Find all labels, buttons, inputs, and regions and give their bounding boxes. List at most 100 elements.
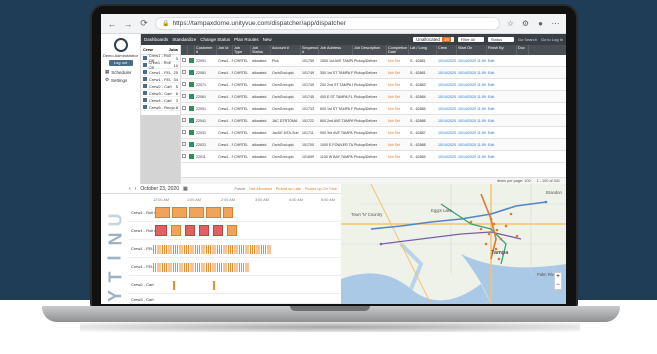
table-row[interactable]: 22041 Crew1 - FELCHRTELallocated JAC DTRTO… [181, 115, 566, 127]
table-row[interactable]: 22031 Crew1 - FELCHRTELallocated JacDE MTA… [181, 127, 566, 139]
row-checkbox[interactable] [182, 130, 186, 134]
table-cell[interactable]: 10/14/2020 11:59 PM [457, 71, 487, 75]
search-link[interactable]: Go Search [518, 37, 537, 42]
crew-list-item[interactable]: Crew1 - FEL 25 [141, 69, 180, 76]
column-header[interactable]: Job Id [217, 45, 233, 55]
job-block[interactable] [185, 225, 195, 236]
route-map[interactable]: Brandon Egypt Lake Town 'N' Country Tamp… [341, 184, 566, 304]
logout-button[interactable]: Log out [108, 60, 133, 66]
job-block[interactable] [199, 225, 209, 236]
forward-icon[interactable]: → [123, 19, 133, 29]
address-bar[interactable]: 🔒 https://tampaxdome.unityvue.com/dispat… [155, 17, 500, 30]
table-cell[interactable]: 10/14/2020 11:59 PM [457, 59, 487, 63]
column-header[interactable]: Completion Date [387, 45, 409, 55]
crew-list-item[interactable]: Crew1 - Roll Off 10 [141, 60, 180, 70]
stop-marker[interactable] [379, 242, 383, 246]
job-block[interactable] [155, 207, 170, 218]
job-block[interactable] [227, 225, 237, 236]
gantt-track[interactable] [153, 278, 339, 292]
table-cell[interactable]: Edit [487, 143, 517, 147]
items-per-page[interactable]: Items per page: 100 [497, 179, 531, 183]
table-cell[interactable]: Edit [487, 107, 517, 111]
stop-marker[interactable] [504, 224, 508, 228]
column-header[interactable]: Customer # [195, 45, 217, 55]
reload-icon[interactable]: ⟳ [139, 18, 149, 29]
table-cell[interactable]: Edit [487, 71, 517, 75]
zoom-out-icon[interactable]: − [555, 281, 561, 289]
edit-icon[interactable] [189, 141, 194, 147]
table-cell[interactable]: 10/14/2020 11:59 PM [457, 119, 487, 123]
crew-list-item[interactable]: Crew2 - Cart 5 [141, 83, 180, 90]
job-block[interactable] [155, 225, 167, 236]
edit-icon[interactable] [189, 117, 194, 123]
column-header[interactable] [181, 45, 188, 55]
table-cell[interactable]: 10/14/2020 11:59 PM [457, 95, 487, 99]
back-icon[interactable]: ← [107, 19, 117, 29]
stop-marker[interactable] [489, 217, 493, 221]
dashboards-button[interactable]: Dashboards [144, 37, 168, 42]
job-block[interactable] [206, 207, 221, 218]
stop-marker[interactable] [479, 227, 483, 231]
table-cell[interactable]: 10/14/2020 12:00 AM [437, 95, 457, 99]
stop-marker[interactable] [515, 234, 519, 238]
row-checkbox[interactable] [182, 118, 186, 122]
job-block[interactable] [223, 207, 233, 218]
table-cell[interactable]: Edit [487, 83, 517, 87]
stop-marker[interactable] [484, 242, 488, 246]
prev-day-icon[interactable]: ‹ [129, 186, 131, 192]
edit-icon[interactable] [189, 153, 194, 159]
stop-marker[interactable] [499, 237, 503, 241]
next-day-icon[interactable]: › [135, 186, 137, 192]
table-row[interactable]: 22071 Crew1 - FELCHRTELallocated OrchGnd:q… [181, 79, 566, 91]
edit-icon[interactable] [189, 93, 194, 99]
job-tick[interactable] [213, 281, 215, 290]
column-header[interactable]: Job Address [319, 45, 353, 55]
table-cell[interactable]: Edit [487, 59, 517, 63]
table-cell[interactable]: 10/14/2020 11:59 PM [457, 107, 487, 111]
job-block[interactable] [172, 207, 187, 218]
table-row[interactable]: 22051 Crew1 - FELCHRTELallocated OrchGnd:q… [181, 103, 566, 115]
column-header[interactable]: Sequence # [301, 45, 319, 55]
table-cell[interactable]: 10/14/2020 12:00 AM [437, 155, 457, 159]
table-cell[interactable]: 10/14/2020 12:00 AM [437, 59, 457, 63]
edit-icon[interactable] [189, 81, 194, 87]
table-cell[interactable]: Edit [487, 131, 517, 135]
column-header[interactable]: Finish By [487, 45, 517, 55]
edit-icon[interactable] [189, 69, 194, 75]
status-select[interactable]: Status [487, 37, 514, 42]
row-checkbox[interactable] [182, 58, 186, 62]
new-button[interactable]: New [263, 37, 272, 42]
job-block[interactable] [171, 225, 181, 236]
table-cell[interactable]: 10/14/2020 12:00 AM [437, 107, 457, 111]
table-cell[interactable]: 10/14/2020 11:59 PM [457, 83, 487, 87]
standardize-button[interactable]: Standardize [172, 37, 196, 42]
stop-marker[interactable] [497, 257, 501, 261]
column-header[interactable]: Doc [517, 45, 529, 55]
column-header[interactable]: Job Type [233, 45, 251, 55]
crew-list-item[interactable]: Crew3 - Cart 6 [141, 90, 180, 97]
plan-routes-button[interactable]: Plan Routes [234, 37, 259, 42]
filter-select[interactable]: Filter All [457, 37, 484, 42]
row-checkbox[interactable] [182, 70, 186, 74]
column-header[interactable]: Account # [271, 45, 301, 55]
table-row[interactable]: 22021 Crew1 - FELCHRTELallocated OrchGnd:q… [181, 139, 566, 151]
stop-marker[interactable] [492, 222, 496, 226]
edit-icon[interactable] [189, 105, 194, 111]
extensions-icon[interactable]: ⚙ [521, 19, 530, 28]
row-checkbox[interactable] [182, 154, 186, 158]
row-checkbox[interactable] [182, 82, 186, 86]
column-header[interactable]: Crew [437, 45, 457, 55]
job-block[interactable] [189, 207, 204, 218]
sidebar-item-settings[interactable]: ⚙ Settings [101, 76, 140, 84]
table-cell[interactable]: 10/14/2020 12:00 AM [437, 71, 457, 75]
stop-marker[interactable] [469, 220, 473, 224]
table-cell[interactable]: 10/14/2020 12:00 AM [437, 131, 457, 135]
table-cell[interactable]: Edit [487, 119, 517, 123]
stop-marker[interactable] [509, 212, 513, 216]
column-header[interactable]: Job Description [353, 45, 387, 55]
table-cell[interactable]: 10/14/2020 11:59 PM [457, 143, 487, 147]
gantt-track[interactable] [153, 206, 339, 220]
menu-icon[interactable]: ⋯ [551, 19, 560, 28]
sidebar-item-scheduler[interactable]: ▦ Scheduler [101, 68, 140, 76]
table-cell[interactable]: 10/14/2020 11:59 PM [457, 131, 487, 135]
